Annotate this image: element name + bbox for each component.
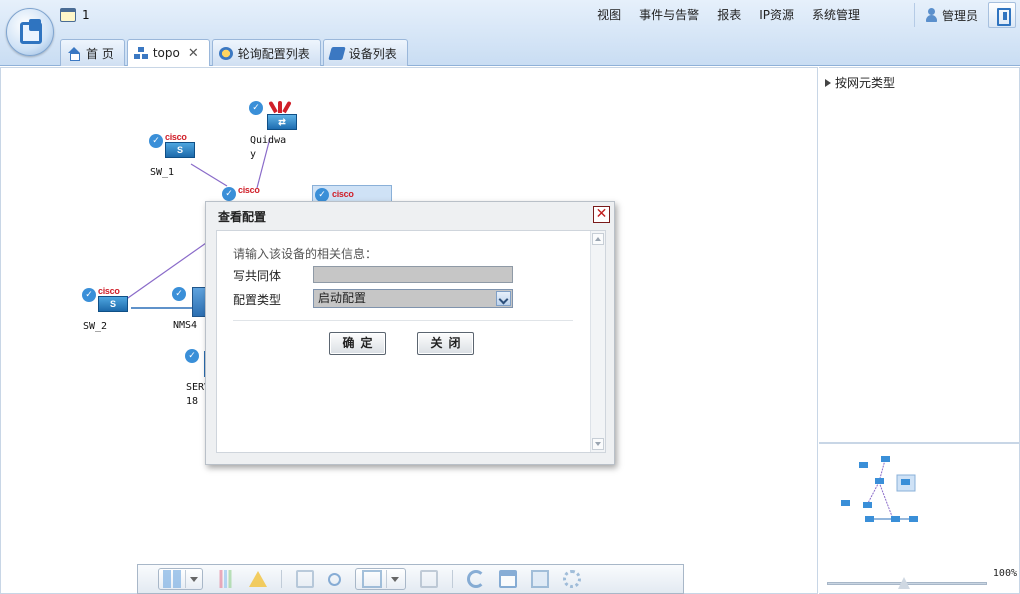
tab-home-label: 首 页 [86,46,114,61]
zoom-level: 100% [992,568,1017,579]
topology-icon [134,46,148,60]
divider [233,320,573,321]
list-icon[interactable] [420,570,438,588]
node-label: SW_1 [150,167,175,178]
gear-icon[interactable] [563,570,581,588]
link-sw1-center[interactable] [190,163,228,187]
cisco-switch-icon: cisco S [98,286,128,312]
chevron-down-icon[interactable] [496,291,511,306]
notification-count: 1 [82,8,90,22]
config-type-label: 配置类型 [233,293,282,307]
home-icon [67,46,81,61]
view-dropdown[interactable] [355,568,406,590]
refresh-icon[interactable] [467,570,485,588]
close-button[interactable]: 关闭 [417,332,474,355]
menu-events-alarms[interactable]: 事件与告警 [639,6,699,23]
expand-arrow-icon[interactable] [825,78,831,87]
cisco-logo-icon: cisco [332,189,354,199]
warning-icon[interactable] [249,571,267,587]
ok-button[interactable]: 确定 [329,332,386,355]
chevron-down-icon [190,576,198,582]
status-ok-icon: ✓ [222,187,236,201]
image-icon[interactable] [531,570,549,588]
vertical-scrollbar[interactable] [590,231,605,452]
huawei-router-icon: ⇄ [267,99,297,130]
tab-home[interactable]: 首 页 [60,39,125,66]
status-ok-icon: ✓ [185,349,199,363]
save-icon[interactable] [499,570,517,588]
dialog-hint: 请输入该设备的相关信息： [233,247,378,261]
menu-view[interactable]: 视图 [597,6,621,23]
notification-icon[interactable] [60,8,76,22]
scroll-up-icon[interactable] [592,233,604,245]
layout-grid-icon [163,570,181,588]
zoom-slider[interactable] [827,577,987,589]
minimap-preview [841,456,918,522]
scroll-down-icon[interactable] [592,438,604,450]
notification-area[interactable]: 1 [60,4,90,26]
chevron-down-icon [391,576,399,582]
tab-topo-label: topo [152,46,180,60]
node-label: Quidwa y [250,135,287,160]
panel-icon[interactable] [296,570,314,588]
menu-ip-resources[interactable]: IP资源 [759,6,794,23]
tab-device-list-label: 设备列表 [348,46,397,61]
top-menu: 视图 事件与告警 报表 IP资源 系统管理 [597,6,860,23]
cisco-switch-icon: cisco [238,185,260,195]
app-header: 1 视图 事件与告警 报表 IP资源 系统管理 管理员 首 页 topo ✕ 轮… [0,0,1020,66]
config-type-select[interactable]: 启动配置 [313,289,513,308]
status-ok-icon: ✓ [249,101,263,115]
cisco-switch-icon: cisco S [165,132,195,158]
status-ok-icon: ✓ [149,134,163,148]
user-menu[interactable]: 管理员 [913,3,978,27]
windows-server-icon [192,287,206,317]
app-logo[interactable] [6,8,54,56]
tree-item-label: 按网元类型 [835,76,896,90]
tab-polling-config[interactable]: 轮询配置列表 [211,39,321,66]
right-panel: 按网元类型 [819,67,1020,443]
node-label: NMS4 [173,320,198,331]
dialog-title: 查看配置 [218,210,267,224]
minimap[interactable]: 100% [819,443,1020,594]
close-icon[interactable]: ✕ [188,46,199,61]
write-community-input[interactable] [313,266,513,283]
tab-polling-config-label: 轮询配置列表 [237,46,310,61]
user-name[interactable]: 管理员 [942,7,978,24]
view-icon [362,570,382,588]
community-label: 写共同体 [233,269,282,283]
menu-system-management[interactable]: 系统管理 [812,6,860,23]
bottom-toolbar [137,564,684,594]
tab-bar: 首 页 topo ✕ 轮询配置列表 设备列表 [60,39,408,66]
node-label: SW_2 [83,321,108,332]
view-config-dialog: 查看配置 ✕ 请输入该设备的相关信息： 写共同体 配置类型 启动配置 确定 关闭 [205,201,615,465]
user-icon [925,8,937,22]
tab-topo[interactable]: topo ✕ [126,39,210,66]
status-ok-icon: ✓ [82,288,96,302]
search-icon[interactable] [328,572,341,586]
status-ok-icon: ✓ [172,287,186,301]
zoom-slider-handle[interactable] [898,577,910,589]
tab-device-list[interactable]: 设备列表 [322,39,408,66]
config-type-value: 启动配置 [318,291,367,305]
tree-item-by-element-type[interactable]: 按网元类型 [825,74,895,91]
logout-button[interactable] [988,2,1016,28]
menu-reports[interactable]: 报表 [717,6,741,23]
polling-icon [218,46,233,60]
status-ok-icon: ✓ [315,188,329,202]
device-list-icon [328,46,346,60]
layout-dropdown[interactable] [158,568,203,590]
close-icon[interactable]: ✕ [593,206,610,223]
chart-icon[interactable] [217,570,235,588]
dialog-body: 请输入该设备的相关信息： 写共同体 配置类型 启动配置 确定 关闭 [216,230,606,453]
